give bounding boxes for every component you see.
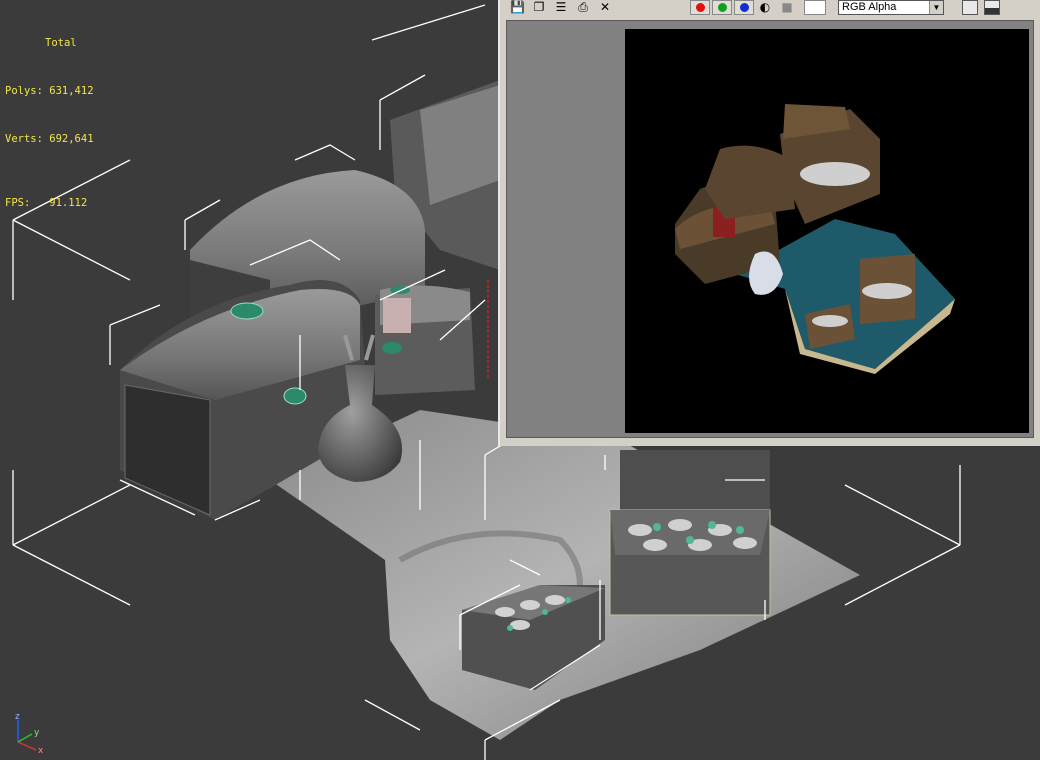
- alpha-toggle-icon[interactable]: ◐: [758, 0, 772, 14]
- toggle-ui-overlay-icon[interactable]: [962, 0, 978, 15]
- polys-value: 631,412: [49, 85, 94, 97]
- fps-label: FPS:: [5, 197, 31, 209]
- fps-row: FPS: 91.112: [5, 195, 94, 211]
- rendered-scene: [675, 104, 955, 374]
- render-area: [506, 20, 1034, 438]
- blue-channel-button[interactable]: [734, 0, 754, 15]
- channel-display-select[interactable]: RGB Alpha ▼: [838, 0, 944, 15]
- red-channel-button[interactable]: [690, 0, 710, 15]
- green-dot-icon: [718, 3, 727, 12]
- verts-row: Verts: 692,641: [5, 131, 94, 147]
- frame-toolbar: 💾 ❐ ☰ ⎙ ✕ ◐ ■ RGB Alpha ▼: [500, 0, 1040, 16]
- axis-x-label: x: [38, 746, 44, 756]
- verts-label: Verts:: [5, 133, 43, 145]
- mono-toggle-icon[interactable]: ■: [780, 0, 794, 14]
- print-icon[interactable]: ⎙: [576, 0, 590, 14]
- rendered-frame-window[interactable]: 💾 ❐ ☰ ⎙ ✕ ◐ ■ RGB Alpha ▼: [498, 0, 1040, 446]
- chevron-down-icon: ▼: [929, 1, 943, 14]
- polys-label: Polys:: [5, 85, 43, 97]
- axis-z-label: z: [15, 712, 20, 722]
- track-icon[interactable]: ☰: [554, 0, 568, 14]
- stats-title: Total: [45, 37, 77, 49]
- axis-tripod: z y x: [8, 712, 48, 757]
- axis-y-label: y: [34, 728, 40, 738]
- color-swatch[interactable]: [804, 0, 826, 15]
- fps-value: 91.112: [49, 197, 88, 209]
- toggle-ui-icon[interactable]: [984, 0, 1000, 15]
- green-channel-button[interactable]: [712, 0, 732, 15]
- polys-row: Polys: 631,412: [5, 83, 94, 99]
- red-dot-icon: [696, 3, 705, 12]
- verts-value: 692,641: [49, 133, 94, 145]
- clone-icon[interactable]: ❐: [532, 0, 546, 14]
- save-icon[interactable]: 💾: [510, 0, 525, 14]
- channel-display-value: RGB Alpha: [842, 1, 897, 13]
- blue-dot-icon: [740, 3, 749, 12]
- rendered-image: [625, 29, 1029, 433]
- clear-icon[interactable]: ✕: [598, 0, 612, 14]
- statistics-overlay: Total Polys: 631,412 Verts: 692,641 FPS:…: [5, 3, 94, 243]
